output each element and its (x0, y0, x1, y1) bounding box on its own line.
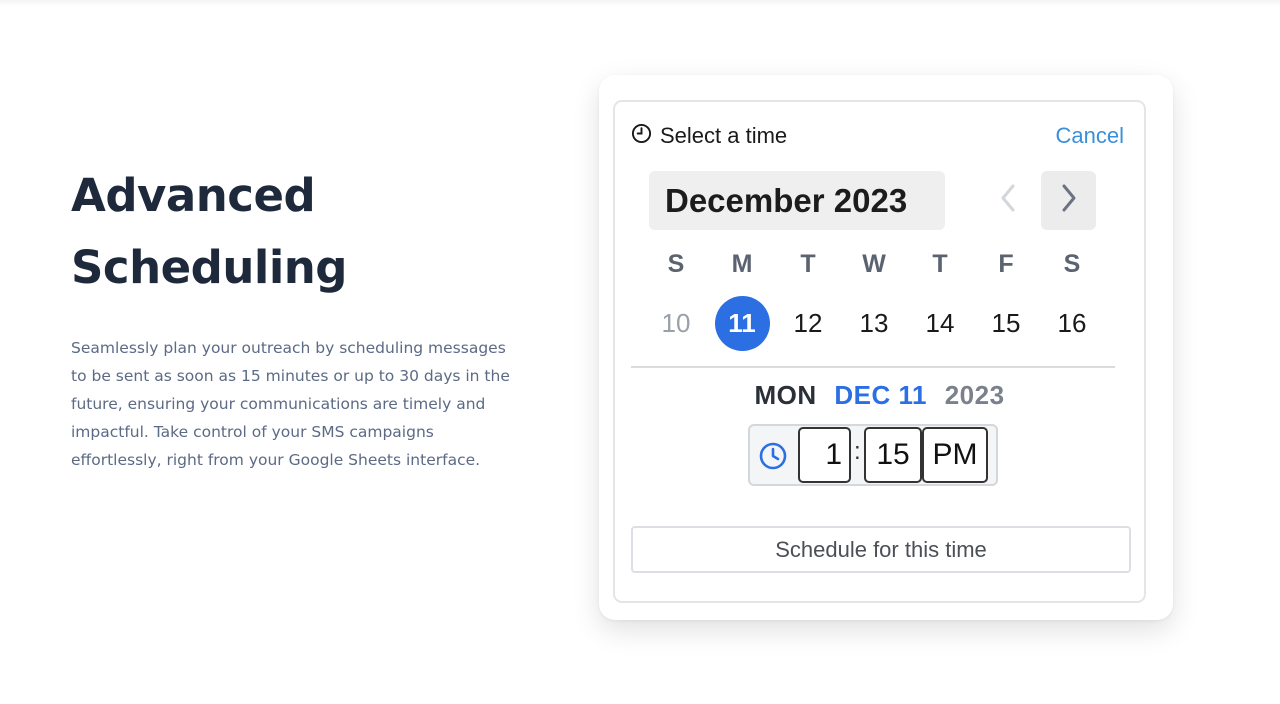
day-label: 12 (793, 307, 823, 338)
chevron-right-icon (1060, 183, 1078, 218)
top-shade (0, 0, 1280, 6)
day-cell-11-selected[interactable]: 11 (709, 294, 775, 352)
hero-title-line2: Scheduling (71, 241, 348, 294)
next-month-button[interactable] (1041, 171, 1096, 230)
weekday-label: T (932, 250, 948, 278)
weekday-label: M (731, 250, 753, 278)
scheduler-card: Select a time Cancel December 2023 S M T… (599, 75, 1173, 620)
day-cell-10[interactable]: 10 (643, 294, 709, 352)
selected-date: DEC 11 (834, 380, 927, 410)
day-label: 10 (661, 307, 691, 338)
weekday-label: T (800, 250, 816, 278)
picker-header-left: Select a time (631, 123, 787, 149)
picker-title: Select a time (660, 123, 788, 148)
cancel-button[interactable]: Cancel (1056, 123, 1124, 149)
day-cell-14[interactable]: 14 (907, 294, 973, 352)
day-label: 14 (925, 307, 955, 338)
weekday-label: W (862, 250, 886, 278)
day-label: 13 (859, 307, 889, 338)
minute-field[interactable]: 15 (864, 427, 922, 483)
previous-month-button[interactable] (983, 171, 1033, 230)
weekday-header-row: S M T W T F S (643, 247, 1105, 281)
day-cell-16[interactable]: 16 (1039, 294, 1105, 352)
time-picker-panel: Select a time Cancel December 2023 S M T… (613, 100, 1146, 603)
weekday-label: S (667, 250, 685, 278)
clock-icon (631, 123, 652, 149)
divider (631, 366, 1115, 368)
hour-field[interactable]: 1 (798, 427, 851, 483)
picker-header: Select a time Cancel (631, 122, 1124, 150)
selected-weekday: MON (754, 380, 817, 410)
selected-year: 2023 (944, 380, 1005, 410)
day-cell-13[interactable]: 13 (841, 294, 907, 352)
day-label: 11 (714, 295, 770, 351)
day-cell-15[interactable]: 15 (973, 294, 1039, 352)
day-label: 16 (1057, 307, 1087, 338)
chevron-left-icon (999, 183, 1017, 218)
selected-date-summary: MON DEC 11 2023 (615, 380, 1144, 411)
month-year-selector[interactable]: December 2023 (649, 171, 945, 230)
time-input-group: 1 : 15 PM (748, 424, 998, 486)
page: Advanced Scheduling Seamlessly plan your… (0, 0, 1280, 704)
time-separator: : (854, 438, 861, 465)
weekday-label: F (998, 250, 1014, 278)
hero-title-line1: Advanced (71, 169, 316, 222)
schedule-button[interactable]: Schedule for this time (631, 526, 1131, 573)
ampm-field[interactable]: PM (922, 427, 988, 483)
clock-icon (757, 440, 789, 472)
hero-title: Advanced Scheduling (71, 160, 491, 304)
day-cell-12[interactable]: 12 (775, 294, 841, 352)
day-row: 10 11 12 13 14 15 16 (643, 294, 1105, 352)
hero-description: Seamlessly plan your outreach by schedul… (71, 339, 510, 469)
day-label: 15 (991, 307, 1021, 338)
weekday-label: S (1063, 250, 1081, 278)
